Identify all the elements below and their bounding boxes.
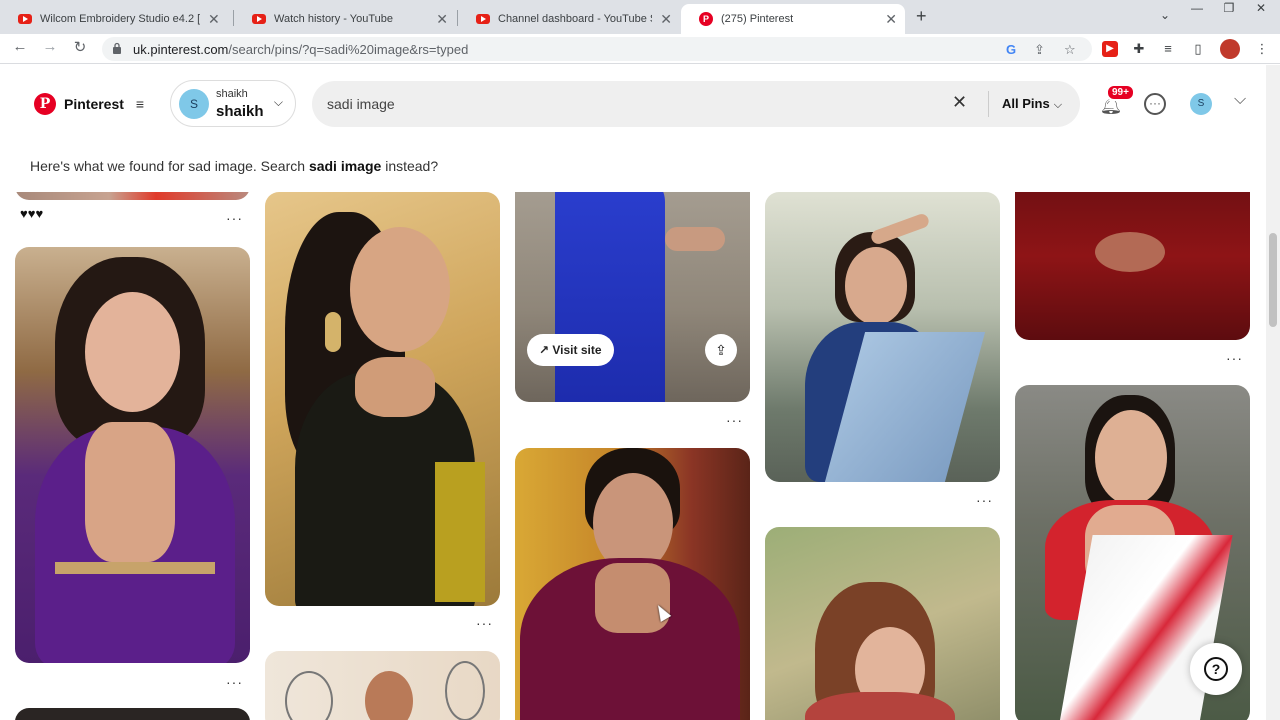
avatar[interactable]: S [1190,93,1212,115]
back-icon[interactable]: ← [9,38,31,55]
tab-title: Watch history - YouTube [274,13,394,25]
chevron-down-icon: ⌵ [1053,99,1063,111]
address-bar[interactable]: uk.pinterest.com/search/pins/?q=sadi%20i… [102,37,1092,61]
new-tab-icon[interactable]: + [916,6,927,27]
search-suggestion: Here's what we found for sad image. Sear… [30,158,438,174]
external-link-icon: ↗ [539,343,553,357]
tab-title: Channel dashboard - YouTube Studi [498,13,652,25]
pinterest-icon: P [34,93,56,115]
share-icon[interactable]: ⇪ [705,334,737,366]
chevron-down-icon[interactable]: ⌄ [1160,8,1170,22]
pin-image[interactable] [15,247,250,663]
url-host: uk.pinterest.com [133,42,229,57]
lock-icon [113,42,121,54]
pin-image[interactable] [765,192,1000,482]
browser-tab-pinterest[interactable]: (275) Pinterest ✕ [681,4,905,34]
hamburger-menu-icon[interactable]: ≡ [136,96,144,112]
window-controls: — ❐ ✕ [1186,0,1272,16]
profile-avatar[interactable] [1220,39,1240,59]
extension-video-icon[interactable]: ▶ [1102,41,1118,57]
avatar: S [179,89,209,119]
restore-icon[interactable]: ❐ [1218,0,1240,16]
tab-title: Wilcom Embroidery Studio e4.2 [Ho [40,13,200,25]
pinterest-icon [699,12,713,26]
url-text: uk.pinterest.com/search/pins/?q=sadi%20i… [133,42,468,57]
more-options-icon[interactable]: ··· [976,492,993,508]
browser-menu-icon[interactable]: ⋮ [1254,41,1270,57]
pin-image[interactable] [1015,192,1250,340]
extensions-puzzle-icon[interactable]: ✚ [1131,41,1147,57]
question-icon: ? [1204,656,1228,681]
pin-image[interactable] [515,448,750,720]
youtube-icon [476,14,490,24]
divider [988,91,989,117]
search-input[interactable]: sadi image [327,96,395,112]
browser-toolbar: ← → ↻ uk.pinterest.com/search/pins/?q=sa… [0,34,1280,64]
pinterest-logo[interactable]: P Pinterest ≡ [34,93,144,115]
minimize-icon[interactable]: — [1186,0,1208,16]
visit-site-label: Visit site [552,343,602,357]
brand-name: Pinterest [64,96,124,112]
account-name-small: shaikh [216,88,248,100]
more-options-icon[interactable]: ··· [476,615,493,631]
suggestion-suffix: instead? [381,158,439,174]
browser-tab-channel-dashboard[interactable]: Channel dashboard - YouTube Studi ✕ [458,4,680,34]
bookmark-star-icon[interactable]: ☆ [1064,42,1076,58]
suggestion-link[interactable]: sadi image [309,158,381,174]
pin-image[interactable] [15,192,250,200]
pin-image[interactable]: ↗ Visit site ⇪ [515,192,750,402]
youtube-icon [18,14,32,24]
messages-icon[interactable]: ··· [1144,93,1166,115]
pin-title: ♥♥♥ [20,206,44,221]
close-tab-icon[interactable]: ✕ [436,11,448,28]
forward-icon[interactable]: → [39,38,61,55]
close-tab-icon[interactable]: ✕ [208,11,220,28]
pin-image[interactable] [765,527,1000,720]
media-queue-icon[interactable]: ≡ [1160,41,1176,57]
account-switcher[interactable]: S shaikh shaikh ⌵ [170,80,296,127]
close-tab-icon[interactable]: ✕ [885,11,897,28]
pin-image[interactable] [265,192,500,606]
scrollbar-thumb[interactable] [1269,233,1277,327]
chevron-down-icon[interactable]: ⌵ [1234,91,1246,109]
reload-icon[interactable]: ↻ [69,38,91,56]
youtube-icon [252,14,266,24]
account-name: shaikh [216,103,264,120]
more-options-icon[interactable]: ··· [1226,350,1243,366]
url-path: /search/pins/?q=sadi%20image&rs=typed [228,42,469,57]
more-options-icon[interactable]: ··· [226,210,243,226]
more-options-icon[interactable]: ··· [726,412,743,428]
pin-image[interactable] [15,708,250,720]
browser-tab-watch-history[interactable]: Watch history - YouTube ✕ [234,4,456,34]
google-icon[interactable]: G [1006,42,1016,57]
visit-site-button[interactable]: ↗ Visit site [527,334,614,366]
notification-badge: 99+ [1106,84,1135,101]
pin-filter-label: All Pins [1002,96,1050,111]
suggestion-prefix: Here's what we found for sad image. Sear… [30,158,309,174]
pin-image[interactable] [265,651,500,720]
chevron-down-icon: ⌵ [273,95,283,109]
close-tab-icon[interactable]: ✕ [660,11,672,28]
side-panel-icon[interactable]: ▯ [1190,41,1206,57]
more-options-icon[interactable]: ··· [226,674,243,690]
share-page-icon[interactable]: ⇪ [1034,42,1045,58]
search-bar[interactable]: sadi image ✕ All Pins ⌵ [312,81,1080,127]
tab-title: (275) Pinterest [721,13,794,25]
pinterest-header: P Pinterest ≡ S shaikh shaikh ⌵ sadi ima… [0,65,1266,143]
help-button[interactable]: ? [1190,643,1242,695]
pin-filter-dropdown[interactable]: All Pins ⌵ [1002,96,1062,112]
clear-search-icon[interactable]: ✕ [952,92,967,113]
browser-tab-wilcom[interactable]: Wilcom Embroidery Studio e4.2 [Ho ✕ [0,4,232,34]
close-window-icon[interactable]: ✕ [1250,0,1272,16]
pin-grid: ♥♥♥ ··· ··· ··· ↗ Visit site ⇪ ··· ··· ·… [0,192,1266,720]
browser-tab-bar: Wilcom Embroidery Studio e4.2 [Ho ✕ Watc… [0,0,1280,34]
page-scrollbar[interactable] [1266,65,1280,720]
